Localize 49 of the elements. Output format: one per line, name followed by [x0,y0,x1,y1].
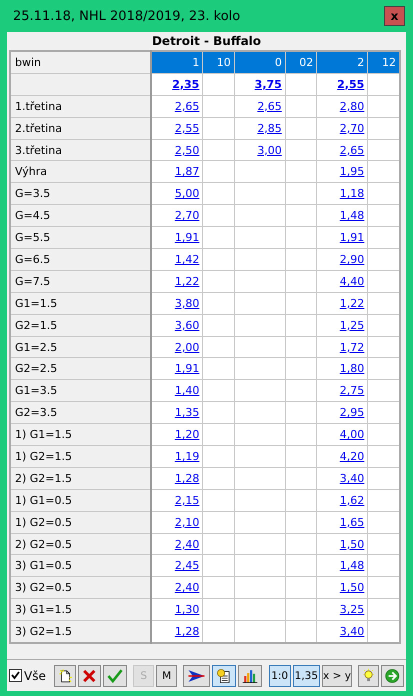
column-header: 2 [316,51,368,74]
row-label: G=4.5 [10,204,151,227]
row-label: G2=2.5 [10,358,151,380]
confirm-button[interactable] [102,664,127,686]
column-header: 0 [234,51,286,74]
window-title: 25.11.18, NHL 2018/2019, 23. kolo [12,8,240,24]
row-label: G1=3.5 [10,380,151,402]
row-label: 1) G2=1.5 [10,446,151,468]
row-label: Výhra [10,160,151,183]
column-header: 12 [368,51,400,74]
column-header: 1 [151,51,203,74]
row-label: G1=1.5 [10,292,151,314]
close-button[interactable]: x [384,6,405,26]
row-label: 2.třetina [10,117,151,140]
bookmaker-cell: bwin [10,51,151,74]
column-header: 10 [202,51,234,74]
document-magnifier-button[interactable] [212,664,236,686]
toolbar-button[interactable]: 1,35 [292,664,320,686]
row-label: 2) G2=1.5 [10,467,151,490]
column-header: 02 [285,51,317,74]
select-all-checkbox[interactable] [9,669,22,682]
row-label: 3.třetina [10,139,151,161]
row-label: 3) G1=0.5 [10,554,151,577]
bar-chart-button[interactable] [238,664,262,686]
right-arrow-circle-button[interactable] [381,664,404,686]
row-label: 1) G1=1.5 [10,424,151,446]
row-label: 3) G2=1.5 [10,620,151,644]
row-label: G1=2.5 [10,336,151,358]
row-label: G=3.5 [10,182,151,205]
row-label: 3) G1=1.5 [10,598,151,621]
lightbulb-button[interactable] [358,664,380,686]
row-label: G=7.5 [10,270,151,292]
row-label: G=6.5 [10,248,151,270]
row-label: G=5.5 [10,226,151,249]
row-label: 1.třetina [10,95,151,118]
toolbar-button[interactable]: x > y [322,664,352,686]
row-label: G2=3.5 [10,402,151,424]
delete-button[interactable] [78,664,101,686]
row-label: 3) G2=0.5 [10,576,151,599]
row-label: 1) G2=0.5 [10,511,151,534]
arrow-button[interactable] [183,664,210,686]
row-label: 2) G2=0.5 [10,533,151,555]
match-title: Detroit - Buffalo [150,33,262,50]
row-label: G2=1.5 [10,314,151,336]
row-label: 1) G1=0.5 [10,489,151,512]
toolbar-button[interactable]: M [156,664,178,686]
checkbox-label: Vše [24,668,46,682]
toolbar-button[interactable]: 1:0 [268,664,291,686]
new-document-button[interactable] [54,664,76,686]
